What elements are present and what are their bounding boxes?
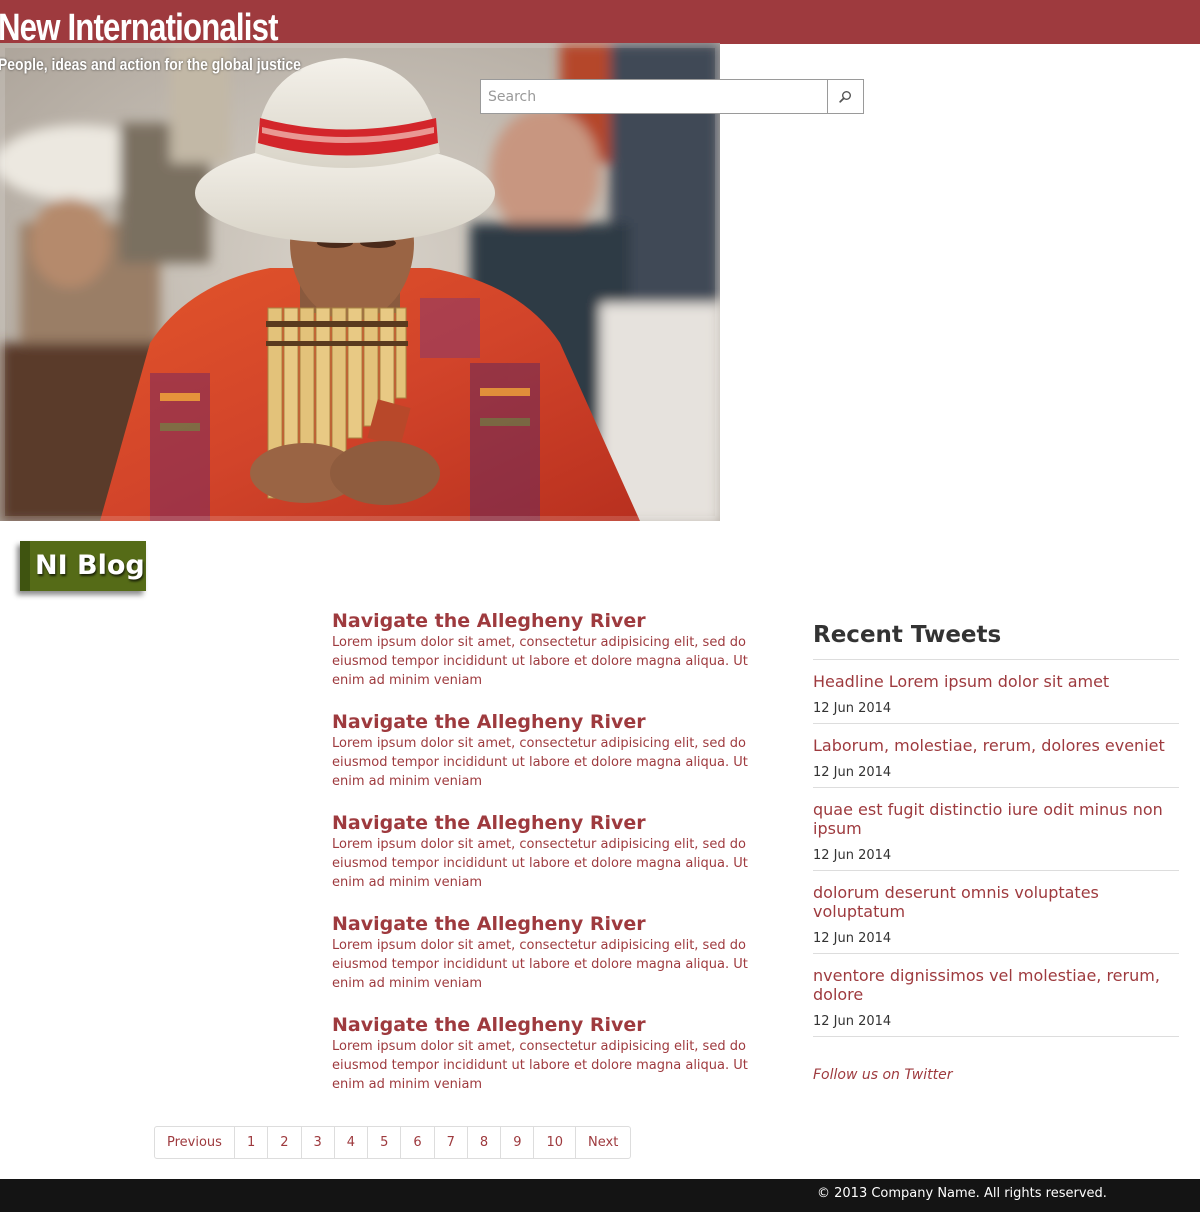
pagination-previous[interactable]: Previous — [154, 1126, 235, 1159]
tweet-date: 12 Jun 2014 — [813, 1014, 892, 1029]
tweet-date: 12 Jun 2014 — [813, 765, 892, 780]
pagination: Previous 1 2 3 4 5 6 7 8 9 10 Next — [154, 1126, 632, 1159]
post-title-link[interactable]: Navigate the Allegheny River — [332, 1012, 780, 1037]
follow-twitter-link[interactable]: Follow us on Twitter — [813, 1067, 1179, 1083]
post-list: Navigate the Allegheny River Lorem ipsum… — [332, 608, 780, 1113]
post-item: Navigate the Allegheny River Lorem ipsum… — [332, 810, 780, 911]
post-excerpt: Lorem ipsum dolor sit amet, consectetur … — [332, 736, 748, 789]
post-item: Navigate the Allegheny River Lorem ipsum… — [332, 911, 780, 1012]
tweet-link[interactable]: Laborum, molestiae, rerum, dolores eveni… — [813, 736, 1179, 755]
tweet-date: 12 Jun 2014 — [813, 701, 892, 716]
sidebar-heading: Recent Tweets — [813, 620, 1179, 660]
pagination-page-4[interactable]: 4 — [333, 1126, 369, 1159]
post-title-link[interactable]: Navigate the Allegheny River — [332, 810, 780, 835]
search-icon — [839, 91, 852, 103]
search-button[interactable] — [827, 79, 864, 114]
tweet-link[interactable]: nventore dignissimos vel molestiae, reru… — [813, 966, 1179, 1004]
pagination-page-10[interactable]: 10 — [533, 1126, 577, 1159]
tweet-item: dolorum deserunt omnis voluptates volupt… — [813, 871, 1179, 954]
pagination-page-2[interactable]: 2 — [267, 1126, 302, 1159]
pagination-page-9[interactable]: 9 — [500, 1126, 535, 1159]
post-title-link[interactable]: Navigate the Allegheny River — [332, 911, 780, 936]
pagination-page-5[interactable]: 5 — [367, 1126, 402, 1159]
footer-copyright: © 2013 Company Name. All rights reserved… — [817, 1186, 1107, 1201]
blog-badge: NI Blog — [20, 541, 146, 591]
post-excerpt: Lorem ipsum dolor sit amet, consectetur … — [332, 635, 748, 688]
post-item: Navigate the Allegheny River Lorem ipsum… — [332, 709, 780, 810]
search-input[interactable] — [480, 79, 828, 114]
post-item: Navigate the Allegheny River Lorem ipsum… — [332, 608, 780, 709]
tweet-item: Headline Lorem ipsum dolor sit amet 12 J… — [813, 660, 1179, 724]
post-title-link[interactable]: Navigate the Allegheny River — [332, 608, 780, 633]
footer: © 2013 Company Name. All rights reserved… — [0, 1179, 1200, 1212]
post-excerpt: Lorem ipsum dolor sit amet, consectetur … — [332, 837, 748, 890]
tweet-date: 12 Jun 2014 — [813, 931, 892, 946]
tweet-date: 12 Jun 2014 — [813, 848, 892, 863]
search-form — [480, 79, 864, 114]
post-title-link[interactable]: Navigate the Allegheny River — [332, 709, 780, 734]
post-item: Navigate the Allegheny River Lorem ipsum… — [332, 1012, 780, 1113]
tweet-link[interactable]: quae est fugit distinctio iure odit minu… — [813, 800, 1179, 838]
pagination-page-7[interactable]: 7 — [433, 1126, 468, 1159]
recent-tweets-sidebar: Recent Tweets Headline Lorem ipsum dolor… — [813, 620, 1179, 1083]
post-excerpt: Lorem ipsum dolor sit amet, consectetur … — [332, 1039, 748, 1092]
pagination-page-1[interactable]: 1 — [233, 1126, 269, 1159]
tweet-item: quae est fugit distinctio iure odit minu… — [813, 788, 1179, 871]
hero-image — [0, 43, 720, 521]
pagination-page-6[interactable]: 6 — [400, 1126, 435, 1159]
brand-title[interactable]: New Internationalist — [0, 6, 278, 50]
pagination-page-8[interactable]: 8 — [466, 1126, 502, 1159]
post-excerpt: Lorem ipsum dolor sit amet, consectetur … — [332, 938, 748, 991]
tweet-link[interactable]: dolorum deserunt omnis voluptates volupt… — [813, 883, 1179, 921]
pagination-page-3[interactable]: 3 — [300, 1126, 335, 1159]
tweet-item: Laborum, molestiae, rerum, dolores eveni… — [813, 724, 1179, 788]
brand-tagline: People, ideas and action for the global … — [0, 55, 301, 74]
tweet-link[interactable]: Headline Lorem ipsum dolor sit amet — [813, 672, 1179, 691]
tweet-item: nventore dignissimos vel molestiae, reru… — [813, 954, 1179, 1037]
pagination-next[interactable]: Next — [575, 1126, 632, 1159]
